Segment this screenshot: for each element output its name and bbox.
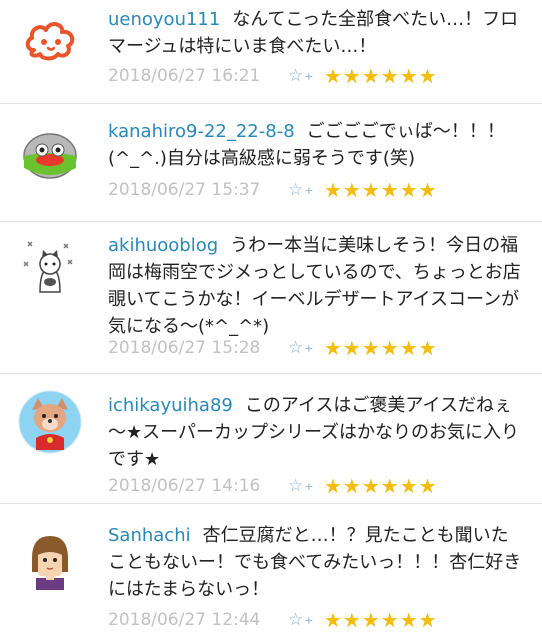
comment-item: uenoyou111 なんてこった全部食べたい…！フロマージュは特にいま食べたい……	[0, 0, 542, 104]
comment-item: ichikayuiha89 このアイスはご褒美アイスだねぇ～★スーパーカップシリー…	[0, 374, 542, 504]
username-link[interactable]: akihuooblog	[108, 235, 218, 256]
timestamp: 2018/06/27 12:44	[108, 610, 261, 630]
star-rating: ★★★★★★	[324, 336, 438, 360]
star-outline-icon: ☆	[288, 180, 304, 200]
comment-meta: 2018/06/27 15:28 ☆ + ★★★★★★	[108, 336, 438, 360]
comment-item: Sanhachi 杏仁豆腐だと…！？見たことも聞いたこともないー！でも食べてみたい…	[0, 504, 542, 640]
comment-body: Sanhachi 杏仁豆腐だと…！？見たことも聞いたこともないー！でも食べてみたい…	[108, 522, 524, 603]
avatar[interactable]	[18, 122, 82, 186]
comment-meta: 2018/06/27 15:37 ☆ + ★★★★★★	[108, 178, 438, 202]
add-star-button[interactable]: ☆ +	[288, 180, 324, 200]
comment-body: ichikayuiha89 このアイスはご褒美アイスだねぇ～★スーパーカップシリー…	[108, 392, 524, 473]
star-outline-icon: ☆	[288, 338, 304, 358]
avatar[interactable]	[18, 10, 82, 74]
plus-icon: +	[304, 341, 314, 355]
avatar[interactable]	[18, 390, 82, 454]
plus-icon: +	[304, 479, 314, 493]
star-outline-icon: ☆	[288, 610, 304, 630]
comment-body: kanahiro9-22_22-8-8 ごごごごでぃば～！！！(^_^.)自分は高…	[108, 118, 524, 172]
comment-list: uenoyou111 なんてこった全部食べたい…！フロマージュは特にいま食べたい……	[0, 0, 542, 640]
star-rating: ★★★★★★	[324, 608, 438, 632]
comment-body: uenoyou111 なんてこった全部食べたい…！フロマージュは特にいま食べたい……	[108, 6, 524, 60]
timestamp: 2018/06/27 15:28	[108, 338, 261, 358]
comment-item: akihuooblog うわー本当に美味しそう！今日の福岡は梅雨空でジメっとしてい…	[0, 222, 542, 374]
star-rating: ★★★★★★	[324, 178, 438, 202]
plus-icon: +	[304, 613, 314, 627]
avatar[interactable]	[18, 234, 82, 298]
add-star-button[interactable]: ☆ +	[288, 610, 324, 630]
star-rating: ★★★★★★	[324, 64, 438, 88]
username-link[interactable]: Sanhachi	[108, 525, 191, 546]
star-rating: ★★★★★★	[324, 474, 438, 498]
add-star-button[interactable]: ☆ +	[288, 338, 324, 358]
timestamp: 2018/06/27 15:37	[108, 180, 261, 200]
star-outline-icon: ☆	[288, 476, 304, 496]
plus-icon: +	[304, 69, 314, 83]
timestamp: 2018/06/27 16:21	[108, 66, 261, 86]
username-link[interactable]: uenoyou111	[108, 9, 220, 30]
username-link[interactable]: ichikayuiha89	[108, 395, 233, 416]
add-star-button[interactable]: ☆ +	[288, 476, 324, 496]
comment-item: kanahiro9-22_22-8-8 ごごごごでぃば～！！！(^_^.)自分は高…	[0, 104, 542, 222]
comment-meta: 2018/06/27 12:44 ☆ + ★★★★★★	[108, 608, 438, 632]
star-outline-icon: ☆	[288, 66, 304, 86]
username-link[interactable]: kanahiro9-22_22-8-8	[108, 121, 295, 142]
comment-meta: 2018/06/27 14:16 ☆ + ★★★★★★	[108, 474, 438, 498]
timestamp: 2018/06/27 14:16	[108, 476, 261, 496]
comment-meta: 2018/06/27 16:21 ☆ + ★★★★★★	[108, 64, 438, 88]
plus-icon: +	[304, 183, 314, 197]
avatar[interactable]	[18, 528, 82, 592]
add-star-button[interactable]: ☆ +	[288, 66, 324, 86]
comment-body: akihuooblog うわー本当に美味しそう！今日の福岡は梅雨空でジメっとしてい…	[108, 232, 524, 340]
